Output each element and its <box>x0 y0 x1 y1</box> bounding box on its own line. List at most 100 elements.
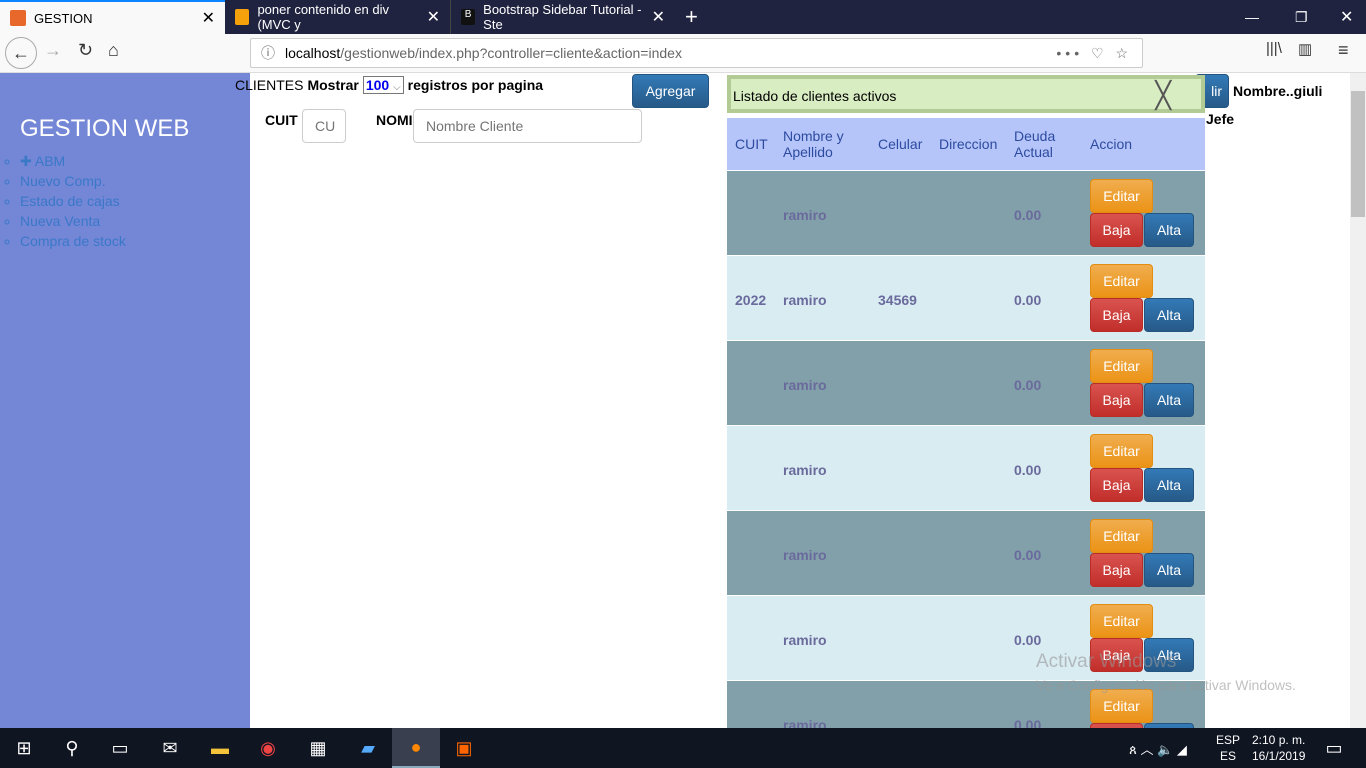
close-icon[interactable]: ╳ <box>1155 82 1171 108</box>
header-deuda: Deuda Actual <box>1014 128 1056 160</box>
chrome-icon[interactable]: ◉ <box>244 728 292 768</box>
cell-cuit: 2022 <box>735 292 767 308</box>
lang-primary[interactable]: ESP <box>1216 732 1240 748</box>
reload-icon[interactable]: ↻ <box>78 40 93 61</box>
alta-button[interactable]: Alta <box>1144 553 1194 587</box>
plus-icon: ✚ <box>20 153 35 169</box>
library-icon[interactable]: |||\ <box>1266 40 1282 57</box>
cell-nombre: ramiro <box>783 462 827 478</box>
alta-button[interactable]: Alta <box>1144 383 1194 417</box>
close-window-button[interactable]: ✕ <box>1330 0 1363 34</box>
editar-button[interactable]: Editar <box>1090 689 1153 723</box>
editar-button[interactable]: Editar <box>1090 264 1153 298</box>
firefox-icon[interactable]: ● <box>392 728 440 768</box>
maximize-button[interactable]: ❐ <box>1285 0 1318 34</box>
scrollbar-thumb[interactable] <box>1351 91 1365 217</box>
baja-button[interactable]: Baja <box>1090 213 1143 247</box>
sidebar-title: GESTION WEB <box>20 115 190 142</box>
header-nombre: Nombre y Apellido <box>783 128 844 160</box>
tab-bootstrap[interactable]: B Bootstrap Sidebar Tutorial - Ste ✕ <box>450 0 675 34</box>
watermark-text: Ve a Configuración para activar Windows. <box>1036 677 1296 693</box>
sidebar: GESTION WEB ✚ ABM Nuevo Comp. Estado de … <box>0 73 250 728</box>
sidebar-item-estado-cajas[interactable]: Estado de cajas <box>20 193 126 213</box>
editar-button[interactable]: Editar <box>1090 179 1153 213</box>
cell-deuda: 0.00 <box>1014 207 1042 223</box>
windows-start-icon[interactable]: ⊞ <box>0 728 48 768</box>
app-icon[interactable]: ▰ <box>344 728 392 768</box>
info-icon: ⓘ <box>261 45 275 61</box>
alert-banner: Listado de clientes activos ╳ <box>727 75 1205 113</box>
tab-gestion[interactable]: GESTION ✕ <box>0 0 225 34</box>
cell-nombre: ramiro <box>783 632 827 648</box>
cell-nombre: ramiro <box>783 547 827 563</box>
cell-nombre: ramiro <box>783 377 827 393</box>
alta-button[interactable]: Alta <box>1144 468 1194 502</box>
clock[interactable]: 2:10 p. m. 16/1/2019 <box>1252 732 1305 764</box>
cell-deuda: 0.00 <box>1014 377 1042 393</box>
url-bar[interactable]: ⓘ localhost/gestionweb/index.php?controll… <box>250 38 1143 68</box>
sidebar-toggle-icon[interactable]: ▥ <box>1298 40 1312 58</box>
sidebar-item-compra-stock[interactable]: Compra de stock <box>20 233 126 253</box>
cell-deuda: 0.00 <box>1014 632 1042 648</box>
minimize-button[interactable]: — <box>1235 0 1269 34</box>
cuit-input[interactable] <box>302 109 346 143</box>
page-size-value: 100 <box>365 77 390 93</box>
store-icon[interactable]: ▦ <box>294 728 342 768</box>
back-icon[interactable]: ← <box>5 37 37 69</box>
search-icon[interactable]: ⚲ <box>48 728 96 768</box>
sidebar-item-nueva-venta[interactable]: Nueva Venta <box>20 213 126 233</box>
lang-secondary[interactable]: ES <box>1216 748 1240 764</box>
table-header: CUIT Nombre y Apellido Celular Direccion… <box>727 118 1205 170</box>
new-tab-button[interactable]: + <box>675 0 708 34</box>
scrollbar[interactable] <box>1350 73 1366 728</box>
baja-button[interactable]: Baja <box>1090 468 1143 502</box>
user-name: Nombre..giuli <box>1233 83 1323 99</box>
close-tab-icon[interactable]: ✕ <box>427 7 440 27</box>
cuit-label: CUIT <box>265 112 298 128</box>
notifications-icon[interactable]: ▭ <box>1310 728 1358 768</box>
task-view-icon[interactable]: ▭ <box>96 728 144 768</box>
close-tab-icon[interactable]: ✕ <box>202 8 215 28</box>
mail-icon[interactable]: ✉ <box>146 728 194 768</box>
nombre-input[interactable] <box>413 109 642 143</box>
date: 16/1/2019 <box>1252 749 1306 763</box>
forward-icon[interactable]: → <box>44 40 62 61</box>
sidebar-item-nuevo-comp[interactable]: Nuevo Comp. <box>20 173 126 193</box>
user-role: Jefe <box>1206 111 1235 127</box>
cell-deuda: 0.00 <box>1014 547 1042 563</box>
label: ABM <box>34 153 66 169</box>
agregar-button[interactable]: Agregar <box>632 74 709 108</box>
header-cuit: CUIT <box>735 136 768 152</box>
menu-icon[interactable]: ≡ <box>1338 40 1349 61</box>
file-explorer-icon[interactable]: ▬ <box>196 728 244 768</box>
page-size-select[interactable]: 100 ⌵ <box>362 76 404 94</box>
editar-button[interactable]: Editar <box>1090 604 1153 638</box>
close-tab-icon[interactable]: ✕ <box>652 7 665 27</box>
label: Estado de cajas <box>20 193 120 209</box>
sidebar-item-abm[interactable]: ✚ ABM <box>20 153 126 173</box>
home-icon[interactable]: ⌂ <box>108 40 119 61</box>
registros-label: registros por pagina <box>407 77 544 93</box>
tray-icons[interactable]: ጰ ︿ 🔈 ◢ <box>1088 728 1228 768</box>
baja-button[interactable]: Baja <box>1090 383 1143 417</box>
nombre-label: NOMI <box>376 112 413 128</box>
header-celular: Celular <box>878 136 923 152</box>
baja-button[interactable]: Baja <box>1090 298 1143 332</box>
mostrar-label: Mostrar <box>307 77 359 93</box>
cell-deuda: 0.00 <box>1014 292 1042 308</box>
alta-button[interactable]: Alta <box>1144 213 1194 247</box>
editar-button[interactable]: Editar <box>1090 349 1153 383</box>
baja-button[interactable]: Baja <box>1090 553 1143 587</box>
alta-button[interactable]: Alta <box>1144 298 1194 332</box>
label: Compra de stock <box>20 233 126 249</box>
editar-button[interactable]: Editar <box>1090 519 1153 553</box>
xampp-taskbar-icon[interactable]: ▣ <box>440 728 488 768</box>
header-direccion: Direccion <box>939 136 998 152</box>
table-row: 2022 ramiro 34569 0.00 Editar Baja Alta <box>727 255 1205 340</box>
stackoverflow-icon <box>235 9 250 25</box>
nav-bar: ← → ↻ ⌂ ⓘ localhost/gestionweb/index.php?… <box>0 34 1366 73</box>
tab-stackoverflow[interactable]: poner contenido en div (MVC y ✕ <box>225 0 450 34</box>
editar-button[interactable]: Editar <box>1090 434 1153 468</box>
tab-title: Bootstrap Sidebar Tutorial - Ste <box>483 2 642 32</box>
page-actions-icon[interactable]: ••• ♡ ☆ <box>1056 45 1132 62</box>
